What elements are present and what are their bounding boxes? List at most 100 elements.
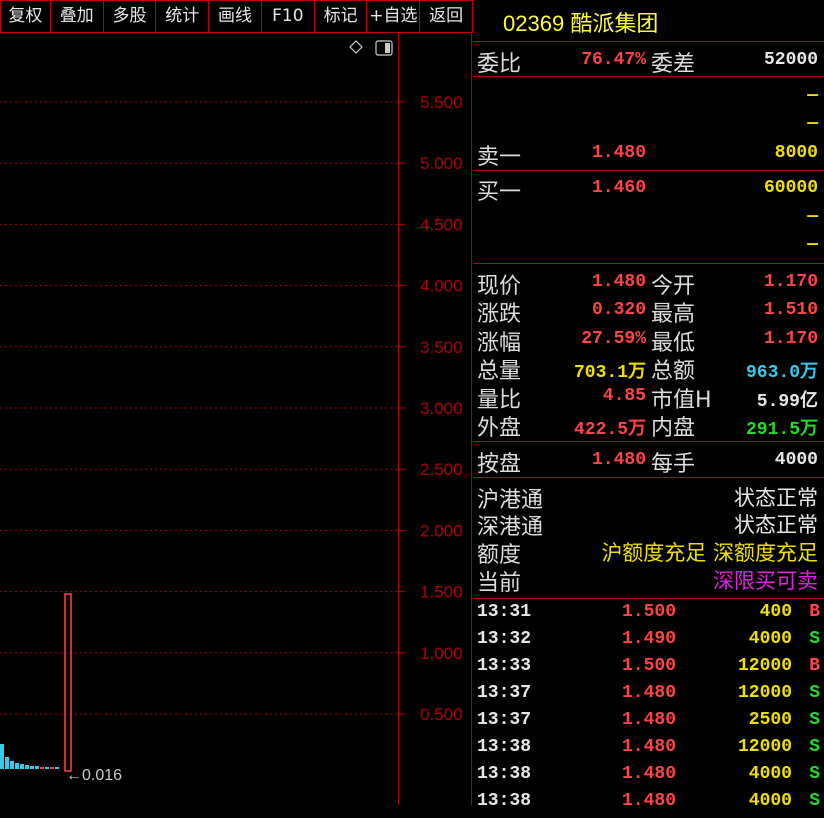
quote-row-pct: 涨幅 27.59% 最低 1.170 bbox=[477, 325, 822, 356]
bid-level-1[interactable]: 买一 1.460 60000 bbox=[477, 174, 822, 205]
trade-price: 1.490 bbox=[622, 629, 677, 649]
trade-direction: S bbox=[809, 737, 820, 757]
quote-value: 0.320 bbox=[592, 300, 646, 320]
trade-direction: B bbox=[809, 602, 820, 622]
divider bbox=[473, 441, 824, 442]
stock-header: 02369 酷派集团 bbox=[473, 0, 824, 42]
trade-price: 1.480 bbox=[622, 791, 677, 811]
trade-time: 13:38 bbox=[477, 737, 532, 757]
candle-bar bbox=[15, 763, 19, 769]
ask-level-3[interactable]: — bbox=[477, 82, 822, 110]
quote-row-ratio: 量比 4.85 市值H 5.99亿 bbox=[477, 382, 822, 413]
quote-value: 1.480 bbox=[592, 272, 646, 292]
overlay-button[interactable]: 叠加 bbox=[49, 0, 104, 33]
bid-price: 1.460 bbox=[591, 178, 646, 198]
anpan-row: 按盘 1.480 每手 4000 bbox=[477, 446, 822, 477]
bid-level-3[interactable]: — bbox=[477, 231, 822, 259]
panel-toggle-icon[interactable] bbox=[375, 40, 393, 56]
quote-value: 703.1万 bbox=[574, 357, 646, 383]
trade-direction: S bbox=[809, 629, 820, 649]
chart-toolbar: 复权 叠加 多股 统计 画线 F10 标记 +自选 返回 bbox=[0, 0, 474, 33]
ask-level-1[interactable]: 卖一 1.480 8000 bbox=[477, 139, 822, 170]
trade-qty: 4000 bbox=[748, 764, 792, 784]
trade-qty: 12000 bbox=[737, 656, 792, 676]
candle-bar bbox=[35, 766, 39, 769]
candle-bar bbox=[10, 761, 14, 769]
y-tick-label: 3.000 bbox=[420, 399, 463, 418]
diamond-icon[interactable] bbox=[349, 40, 363, 54]
trade-price: 1.480 bbox=[622, 683, 677, 703]
quote-unit: 万 bbox=[800, 363, 818, 383]
axis-line bbox=[398, 33, 399, 805]
connect-row-sz: 深港通 状态正常 bbox=[477, 509, 822, 540]
multi-stock-button[interactable]: 多股 bbox=[102, 0, 157, 33]
quote-label: 总量 bbox=[477, 359, 522, 384]
bid-level-2[interactable]: — bbox=[477, 203, 822, 231]
connect-row-quota: 额度 沪额度充足 深额度充足 bbox=[477, 537, 822, 568]
restore-rights-button[interactable]: 复权 bbox=[0, 0, 51, 33]
trade-qty: 400 bbox=[759, 602, 792, 622]
f10-button[interactable]: F10 bbox=[260, 0, 315, 33]
y-tick-label: 3.500 bbox=[420, 338, 463, 357]
quote-label: 外盘 bbox=[477, 416, 522, 441]
quote-row-volume: 总量 703.1万 总额 963.0万 bbox=[477, 353, 822, 384]
quote-value: 1.170 bbox=[764, 329, 818, 349]
ask-label: 卖一 bbox=[477, 145, 522, 170]
quote-number: 5.99 bbox=[756, 392, 800, 412]
quote-label: 涨跌 bbox=[477, 302, 522, 327]
bid-volume: — bbox=[807, 207, 818, 227]
trade-qty: 12000 bbox=[737, 683, 792, 703]
quote-value: 4.85 bbox=[603, 386, 646, 406]
trade-row[interactable]: 13:37 1.480 2500 S bbox=[477, 710, 822, 737]
quote-unit: 万 bbox=[628, 363, 646, 383]
connect-value: 沪额度充足 深额度充足 bbox=[601, 541, 818, 565]
price-chart[interactable]: 5.500 5.000 4.500 4.000 3.500 3.000 2.500 2.000… bbox=[0, 33, 472, 805]
trade-row[interactable]: 13:37 1.480 12000 S bbox=[477, 683, 822, 710]
lot-size-label: 每手 bbox=[651, 452, 696, 477]
quote-number: 291.5 bbox=[745, 420, 800, 440]
trade-qty: 12000 bbox=[737, 737, 792, 757]
trade-direction: B bbox=[809, 656, 820, 676]
trade-row[interactable]: 13:32 1.490 4000 S bbox=[477, 629, 822, 656]
connect-value: 状态正常 bbox=[734, 486, 818, 510]
trade-row[interactable]: 13:38 1.480 4000 S bbox=[477, 764, 822, 791]
back-button[interactable]: 返回 bbox=[419, 0, 474, 33]
quote-number: 1.480 bbox=[591, 272, 646, 292]
y-tick-label: 0.500 bbox=[420, 705, 463, 724]
trade-time: 13:37 bbox=[477, 683, 532, 703]
quote-label: 总额 bbox=[651, 359, 696, 384]
quote-number: 1.170 bbox=[763, 329, 818, 349]
candle-bar bbox=[0, 744, 4, 769]
draw-line-button[interactable]: 画线 bbox=[208, 0, 262, 33]
candle-bar bbox=[25, 765, 29, 769]
quote-number: 703.1 bbox=[573, 363, 628, 383]
y-tick-label: 4.500 bbox=[420, 215, 463, 234]
statistics-button[interactable]: 统计 bbox=[155, 0, 210, 33]
trade-row[interactable]: 13:31 1.500 400 B bbox=[477, 602, 822, 629]
trade-row[interactable]: 13:33 1.500 12000 B bbox=[477, 656, 822, 683]
candle-bar bbox=[5, 757, 9, 769]
weibi-label: 委比 bbox=[477, 52, 522, 77]
min-price-label: ←0.016 bbox=[66, 767, 122, 784]
y-tick-label: 1.500 bbox=[420, 583, 463, 602]
weicha-label: 委差 bbox=[651, 52, 696, 77]
add-watchlist-button[interactable]: +自选 bbox=[366, 0, 421, 33]
candle-bar bbox=[55, 767, 59, 769]
trade-direction: S bbox=[809, 764, 820, 784]
candle-bar bbox=[40, 767, 44, 769]
quote-row-change: 涨跌 0.320 最高 1.510 bbox=[477, 296, 822, 327]
connect-row-current: 当前 深限买可卖 bbox=[477, 565, 822, 596]
trade-row[interactable]: 13:38 1.480 12000 S bbox=[477, 737, 822, 764]
mark-button[interactable]: 标记 bbox=[313, 0, 368, 33]
candle-bar bbox=[50, 767, 54, 769]
quote-value: 291.5万 bbox=[746, 414, 818, 440]
stock-name: 酷派集团 bbox=[570, 11, 659, 36]
divider bbox=[473, 477, 824, 478]
candle-bar bbox=[20, 764, 24, 769]
ask-price: 1.480 bbox=[591, 143, 646, 163]
ask-level-2[interactable]: — bbox=[477, 110, 822, 138]
y-tick-label: 2.000 bbox=[420, 521, 463, 540]
quote-number: 0.320 bbox=[591, 300, 646, 320]
quote-unit: 亿 bbox=[800, 392, 818, 412]
quote-value: 963.0万 bbox=[746, 357, 818, 383]
